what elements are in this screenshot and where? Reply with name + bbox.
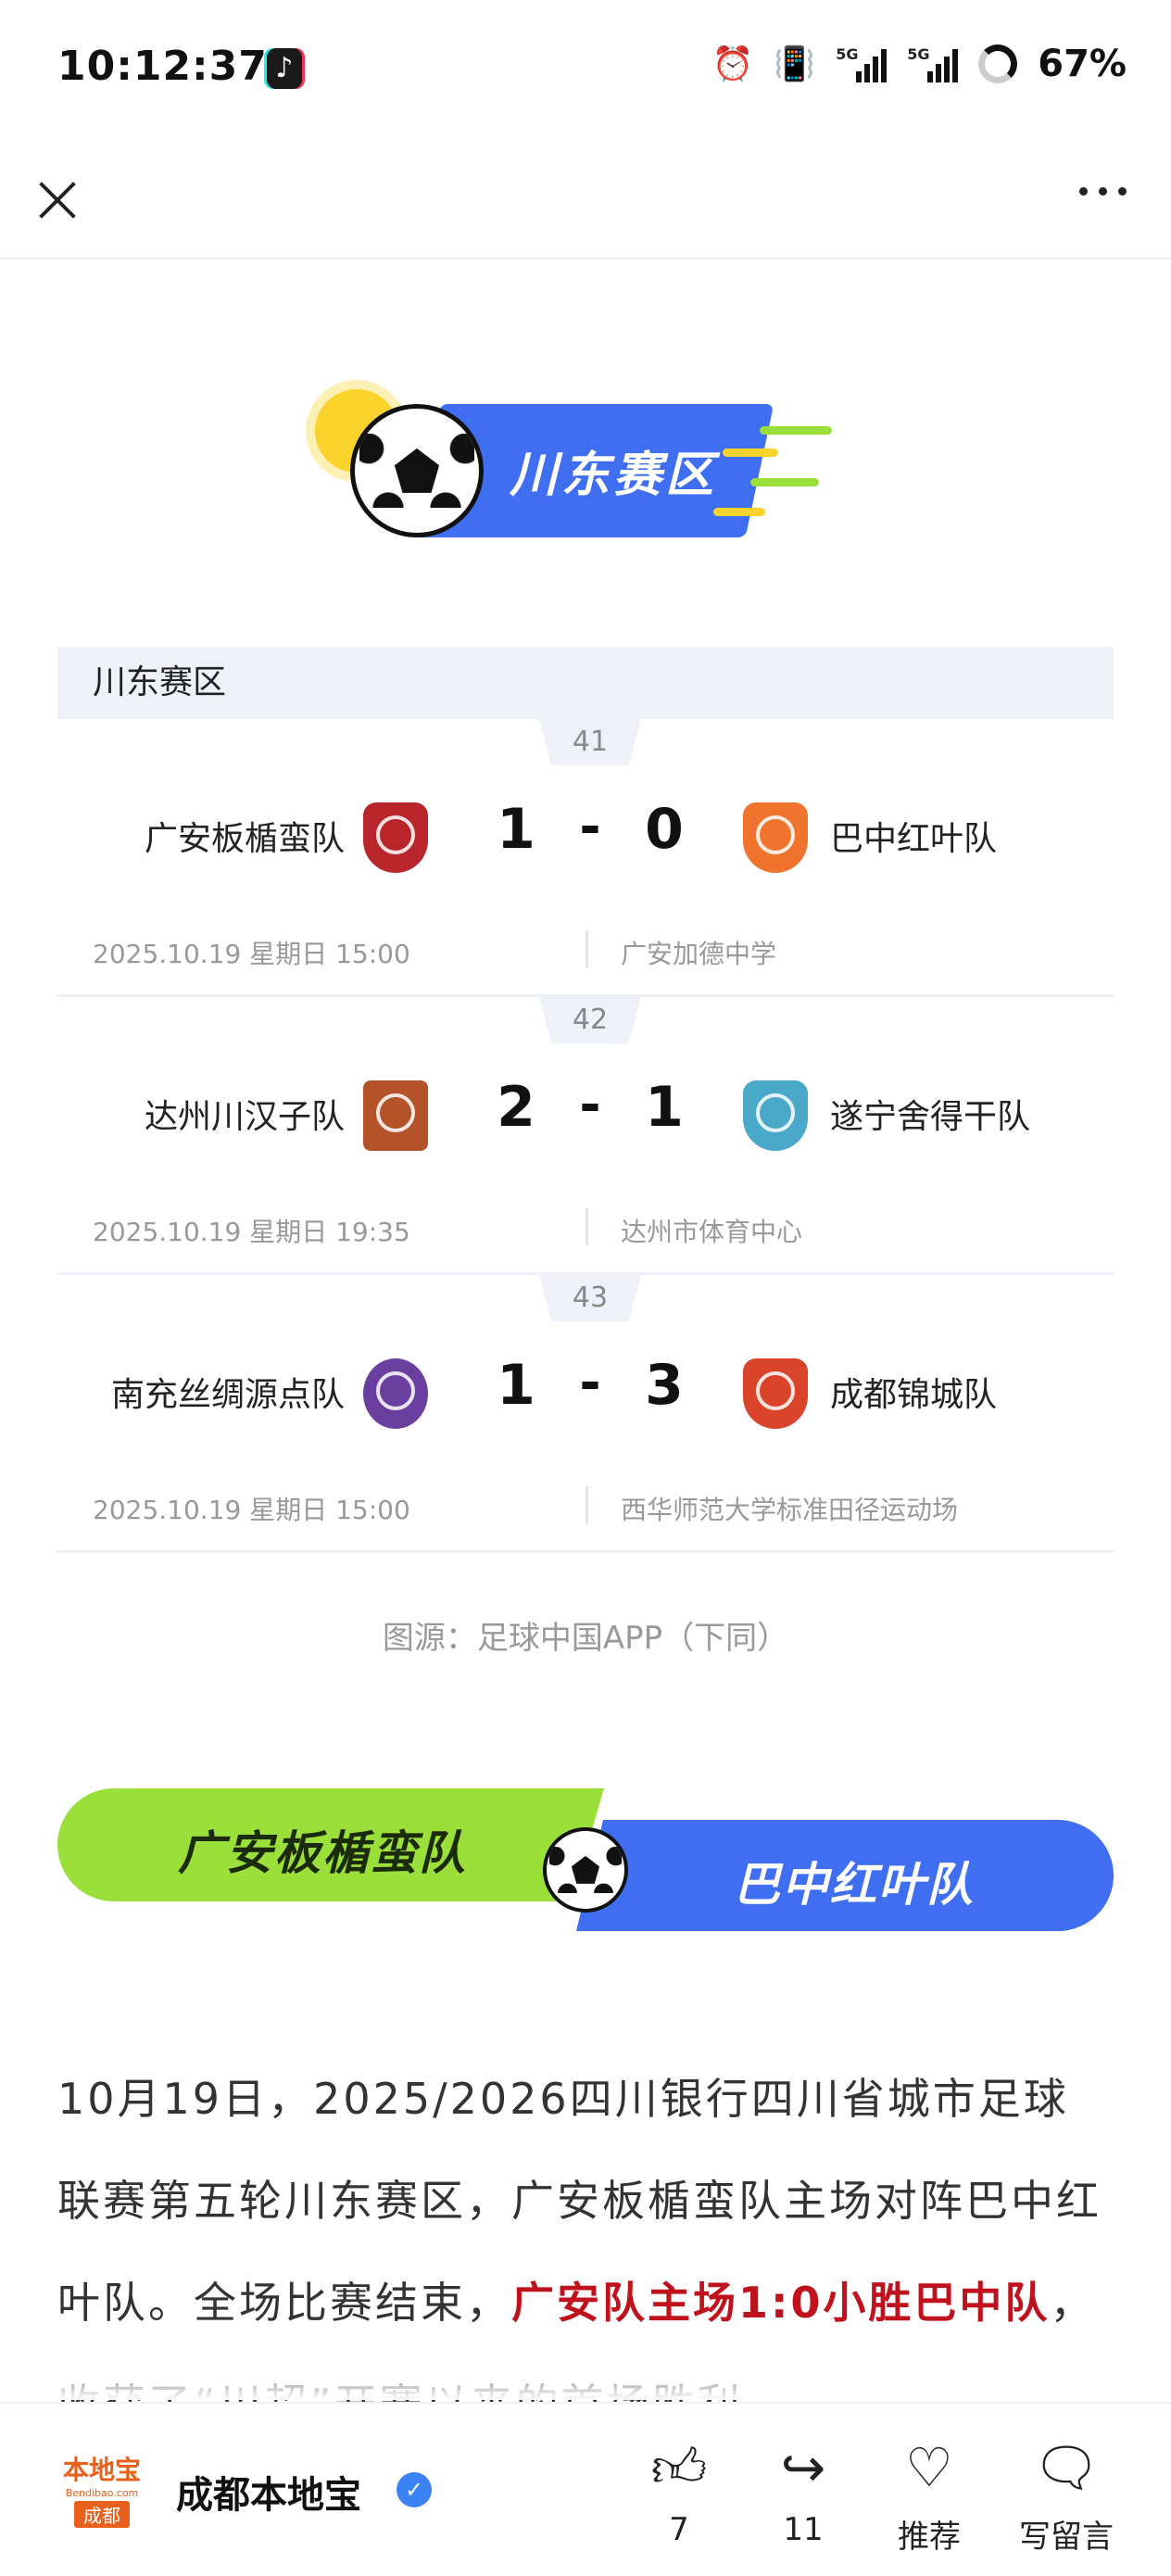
soccer-ball-icon [543, 1827, 628, 1913]
match-row[interactable]: 43 南充丝绸源点队 1 - 3 成都锦城队 2025.10.19 星期日 15… [57, 1275, 1114, 1553]
results-table: 川东赛区 41 广安板楯蛮队 1 - 0 巴中红叶队 2025.10.19 星期… [57, 647, 1114, 1553]
bottom-action-bar: 本地宝 Bendibao.com 成都 成都本地宝 ✓ 👍︎ 7 ↪ 11 ♡ … [0, 2402, 1171, 2576]
home-score: 1 [497, 1353, 535, 1418]
speed-lines-icon [713, 426, 852, 528]
recommend-label: 推荐 [898, 2519, 961, 2556]
logo-text: 本地宝 [62, 2455, 141, 2485]
home-team-name: 达州川汉子队 [144, 1098, 345, 1136]
away-score: 0 [645, 797, 684, 862]
heart-icon: ♡ [905, 2436, 953, 2499]
image-source-caption: 图源：足球中国APP（下同） [382, 1620, 789, 1657]
divider [586, 930, 588, 967]
match-number: 43 [539, 1275, 641, 1321]
account-name[interactable]: 成都本地宝 [176, 2465, 361, 2519]
away-team-name: 巴中红叶队 [830, 820, 998, 858]
vibrate-icon: 📳 [774, 45, 816, 83]
status-time: 10:12:37 [57, 43, 268, 90]
status-bar: 10:12:37 ♪ ⏰ 📳 5G 5G 67% [0, 0, 1171, 139]
comment-button[interactable]: 🗨︎ 写留言 [1006, 2435, 1127, 2557]
alarm-icon: ⏰ [711, 45, 754, 83]
article-highlight: 广安队主场1:0小胜巴中队 [511, 2278, 1051, 2328]
soccer-ball-icon [350, 404, 484, 537]
close-icon[interactable] [31, 174, 83, 226]
score-dash: - [579, 1353, 601, 1413]
match-row[interactable]: 42 达州川汉子队 2 - 1 遂宁舍得干队 2025.10.19 星期日 19… [57, 997, 1114, 1275]
comment-icon: 🗨︎ [1032, 2436, 1101, 2499]
recommend-button[interactable]: ♡ 推荐 [878, 2435, 980, 2557]
thumbs-up-icon: 👍︎ [650, 2436, 708, 2499]
away-team-name: 遂宁舍得干队 [830, 1098, 1031, 1136]
article-header [0, 139, 1171, 259]
signal-icon-1: 5G [836, 45, 888, 82]
divider [586, 1486, 588, 1523]
divider [586, 1208, 588, 1245]
home-team-logo-icon [363, 1358, 428, 1429]
away-score: 1 [645, 1075, 684, 1140]
battery-percent: 67% [1038, 43, 1127, 85]
home-score: 2 [497, 1075, 535, 1140]
match-number: 41 [539, 719, 641, 765]
account-avatar[interactable]: 本地宝 Bendibao.com 成都 [59, 2450, 145, 2528]
home-team-logo-icon [363, 1080, 428, 1151]
match-row[interactable]: 41 广安板楯蛮队 1 - 0 巴中红叶队 2025.10.19 星期日 15:… [57, 719, 1114, 997]
like-button[interactable]: 👍︎ 7 [628, 2435, 730, 2548]
home-team-logo-icon [363, 802, 428, 873]
region-banner-title: 川东赛区 [510, 448, 718, 503]
status-icons: ⏰ 📳 5G 5G 67% [712, 43, 1127, 85]
match-date: 2025.10.19 星期日 15:00 [93, 1495, 410, 1525]
score-dash: - [579, 1075, 601, 1135]
match-date: 2025.10.19 星期日 15:00 [93, 939, 410, 969]
away-team-logo-icon [743, 1080, 808, 1151]
matchup-home-team: 广安板楯蛮队 [178, 1826, 467, 1880]
region-banner: 川东赛区 [306, 371, 862, 537]
more-icon[interactable] [1079, 187, 1127, 196]
away-team-logo-icon [743, 802, 808, 873]
like-count: 7 [669, 2511, 689, 2548]
verified-icon: ✓ [397, 2472, 432, 2507]
match-venue: 西华师范大学标准田径运动场 [621, 1495, 959, 1525]
signal-icon-2: 5G [907, 45, 959, 82]
table-title: 川东赛区 [57, 647, 1114, 719]
tiktok-icon: ♪ [264, 48, 305, 89]
battery-icon [978, 44, 1018, 83]
home-team-name: 南充丝绸源点队 [110, 1376, 345, 1414]
match-date: 2025.10.19 星期日 19:35 [93, 1217, 410, 1247]
away-team-name: 成都锦城队 [830, 1376, 998, 1414]
match-venue: 达州市体育中心 [621, 1217, 803, 1247]
match-venue: 广安加德中学 [621, 939, 777, 969]
article-fade [0, 2354, 1171, 2400]
matchup-away-team: 巴中红叶队 [734, 1858, 975, 1912]
away-team-logo-icon [743, 1358, 808, 1429]
away-score: 3 [645, 1353, 684, 1418]
home-team-name: 广安板楯蛮队 [144, 820, 345, 858]
logo-domain: Bendibao.com [65, 2487, 139, 2499]
home-score: 1 [497, 797, 535, 862]
share-count: 11 [783, 2511, 824, 2548]
share-icon: ↪ [780, 2436, 826, 2499]
share-button[interactable]: ↪ 11 [752, 2435, 854, 2548]
comment-label: 写留言 [1019, 2519, 1114, 2556]
logo-city: 成都 [74, 2501, 130, 2528]
score-dash: - [579, 797, 601, 857]
match-number: 42 [539, 997, 641, 1043]
